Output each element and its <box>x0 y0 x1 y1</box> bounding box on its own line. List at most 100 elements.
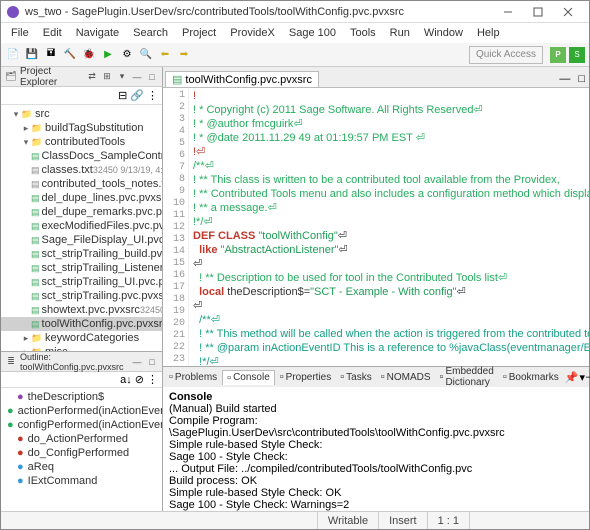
tab-icon: ▫ <box>169 371 173 383</box>
tree-node[interactable]: ▤classes.txt 32450 9/13/19, 4:5 <box>1 163 162 177</box>
perspective-px-icon[interactable]: P <box>550 47 566 63</box>
tree-node[interactable]: ▤Sage_FileDisplay_UI.pvc 34610 2/ <box>1 233 162 247</box>
console-output[interactable]: Console (Manual) Build startedCompile Pr… <box>163 387 589 511</box>
window-titlebar: ws_two - SagePlugin.UserDev/src/contribu… <box>1 1 589 23</box>
build-icon[interactable]: 🔨 <box>62 47 78 63</box>
editor-tab-active[interactable]: ▤ toolWithConfig.pvc.pvxsrc <box>165 71 319 87</box>
maximize-view-icon[interactable]: □ <box>146 71 158 83</box>
status-insert: Insert <box>378 512 427 529</box>
status-bar: Writable Insert 1 : 1 <box>1 511 589 529</box>
outline-min-icon[interactable]: — <box>131 356 143 368</box>
bottom-tab-tasks[interactable]: ▫Tasks <box>336 370 375 384</box>
console-title: Console <box>169 391 583 403</box>
sort-icon[interactable]: a↓ <box>120 374 132 386</box>
run-icon[interactable]: ▶ <box>100 47 116 63</box>
bottom-tab-embedded-dictionary[interactable]: ▫Embedded Dictionary <box>436 365 498 389</box>
outline-icon: ≣ <box>5 356 17 368</box>
editor-tabs: ▤ toolWithConfig.pvc.pvxsrc — □ <box>163 67 589 87</box>
bottom-tab-bookmarks[interactable]: ▫Bookmarks <box>499 370 563 384</box>
outline-header: ≣ Outline: toolWithConfig.pvc.pvxsrc — □ <box>1 352 162 372</box>
outline-item[interactable]: ●actionPerformed(inActionEventID) <box>1 404 162 418</box>
menu-run[interactable]: Run <box>384 26 416 40</box>
menu-help[interactable]: Help <box>471 26 506 40</box>
minimize-button[interactable] <box>493 2 523 22</box>
code-editor[interactable]: 1234567891011121314151617181920212223242… <box>163 87 589 366</box>
view-menu-icon[interactable]: ▾ <box>116 71 128 83</box>
console-line: Compile Program: \SagePlugin.UserDev\src… <box>169 415 583 439</box>
link-icon[interactable]: 🔗 <box>130 89 144 102</box>
tree-node[interactable]: ▤sct_stripTrailing_UI.pvc.pvxsrc 32 <box>1 275 162 289</box>
tab-icon: ▫ <box>340 371 344 383</box>
pin-icon[interactable]: 📌 <box>565 371 579 384</box>
bottom-min-icon[interactable]: — <box>586 371 590 383</box>
collapse-all-icon[interactable]: ⊟ <box>118 89 127 102</box>
save-all-icon[interactable]: 🖬 <box>43 47 59 63</box>
hide-icon[interactable]: ⊘ <box>135 373 144 386</box>
tree-node[interactable]: ▤sct_stripTrailing_build.pvc.pvxsrc <box>1 247 162 261</box>
outline-item[interactable]: ●do_ConfigPerformed <box>1 446 162 460</box>
tab-icon: ▫ <box>503 371 507 383</box>
tree-node[interactable]: ▤showtext.pvc.pvxsrc 32450 9/10/1 <box>1 303 162 317</box>
editor-min-icon[interactable]: — <box>555 71 574 87</box>
bottom-tab-problems[interactable]: ▫Problems <box>165 370 221 384</box>
menu-window[interactable]: Window <box>418 26 469 40</box>
bottom-tab-console[interactable]: ▫Console <box>222 370 275 385</box>
filter-icon[interactable]: ⋮ <box>147 89 158 102</box>
save-icon[interactable]: 💾 <box>24 47 40 63</box>
nav-back-icon[interactable]: ⬅ <box>157 47 173 63</box>
bottom-tab-properties[interactable]: ▫Properties <box>276 370 335 384</box>
outline-item[interactable]: ●do_ActionPerformed <box>1 432 162 446</box>
menu-sage 100[interactable]: Sage 100 <box>283 26 342 40</box>
tree-node[interactable]: ▾📁src <box>1 107 162 121</box>
quick-access-input[interactable]: Quick Access <box>469 46 543 64</box>
perspective-sage-icon[interactable]: S <box>569 47 585 63</box>
maximize-button[interactable] <box>523 2 553 22</box>
tree-node[interactable]: ▤del_dupe_remarks.pvc.pvxsrc 3245 <box>1 205 162 219</box>
menu-providex[interactable]: ProvideX <box>224 26 281 40</box>
tree-node[interactable]: ▸📁buildTagSubstitution <box>1 121 162 135</box>
bottom-panel: ▫Problems▫Console▫Properties▫Tasks▫NOMAD… <box>163 366 589 511</box>
menu-edit[interactable]: Edit <box>37 26 68 40</box>
tree-node[interactable]: ▸📁keywordCategories <box>1 331 162 345</box>
window-title: ws_two - SagePlugin.UserDev/src/contribu… <box>25 6 493 18</box>
outline-tree[interactable]: ●theDescription$●actionPerformed(inActio… <box>1 388 162 511</box>
tree-node[interactable]: ▾📁contributedTools <box>1 135 162 149</box>
project-explorer-icon: 🗂 <box>5 71 17 83</box>
tree-node[interactable]: ▤toolWithConfig.pvc.pvxsrc 32450 <box>1 317 162 331</box>
new-icon[interactable]: 📄 <box>5 47 21 63</box>
menu-navigate[interactable]: Navigate <box>70 26 125 40</box>
outline-menu-icon[interactable]: ⋮ <box>147 373 158 386</box>
tree-node[interactable]: ▤execModifiedFiles.pvc.pvxsrc 3245 <box>1 219 162 233</box>
tree-node[interactable]: ▤contributed_tools_notes.txt 32450 <box>1 177 162 191</box>
console-menu-icon[interactable]: ▾ <box>579 371 585 384</box>
outline-max-icon[interactable]: □ <box>146 356 158 368</box>
menu-tools[interactable]: Tools <box>344 26 382 40</box>
nav-fwd-icon[interactable]: ➡ <box>176 47 192 63</box>
outline-view: ≣ Outline: toolWithConfig.pvc.pvxsrc — □… <box>1 351 162 511</box>
minimize-view-icon[interactable]: — <box>131 71 143 83</box>
outline-item[interactable]: ●aReq <box>1 460 162 474</box>
tree-node[interactable]: ▤ClassDocs_SampleContributedToo <box>1 149 162 163</box>
menu-file[interactable]: File <box>5 26 35 40</box>
tree-node[interactable]: ▤sct_stripTrailing.pvc.pvxsrc 32450 <box>1 289 162 303</box>
bottom-tab-nomads[interactable]: ▫NOMADS <box>377 370 435 384</box>
debug-icon[interactable]: 🐞 <box>81 47 97 63</box>
ext-tool-icon[interactable]: ⚙ <box>119 47 135 63</box>
link-editor-icon[interactable]: ⇄ <box>86 71 98 83</box>
outline-item[interactable]: ●theDescription$ <box>1 390 162 404</box>
menu-search[interactable]: Search <box>127 26 174 40</box>
close-button[interactable] <box>553 2 583 22</box>
outline-item[interactable]: ●IExtCommand <box>1 474 162 488</box>
editor-max-icon[interactable]: □ <box>574 71 589 87</box>
project-tree[interactable]: ▾📁src▸📁buildTagSubstitution▾📁contributed… <box>1 105 162 351</box>
focus-icon[interactable]: ⊞ <box>101 71 113 83</box>
project-explorer-header: 🗂 Project Explorer ⇄ ⊞ ▾ — □ <box>1 67 162 87</box>
outline-item[interactable]: ●configPerformed(inActionEventID) <box>1 418 162 432</box>
menu-project[interactable]: Project <box>176 26 222 40</box>
code-area[interactable]: ! ! * Copyright (c) 2011 Sage Software. … <box>189 88 589 366</box>
file-icon: ▤ <box>172 73 182 86</box>
tab-icon: ▫ <box>440 371 444 383</box>
tree-node[interactable]: ▤sct_stripTrailing_Listener.pvc.pvx <box>1 261 162 275</box>
search-icon[interactable]: 🔍 <box>138 47 154 63</box>
tree-node[interactable]: ▤del_dupe_lines.pvc.pvxsrc 32450 9 <box>1 191 162 205</box>
